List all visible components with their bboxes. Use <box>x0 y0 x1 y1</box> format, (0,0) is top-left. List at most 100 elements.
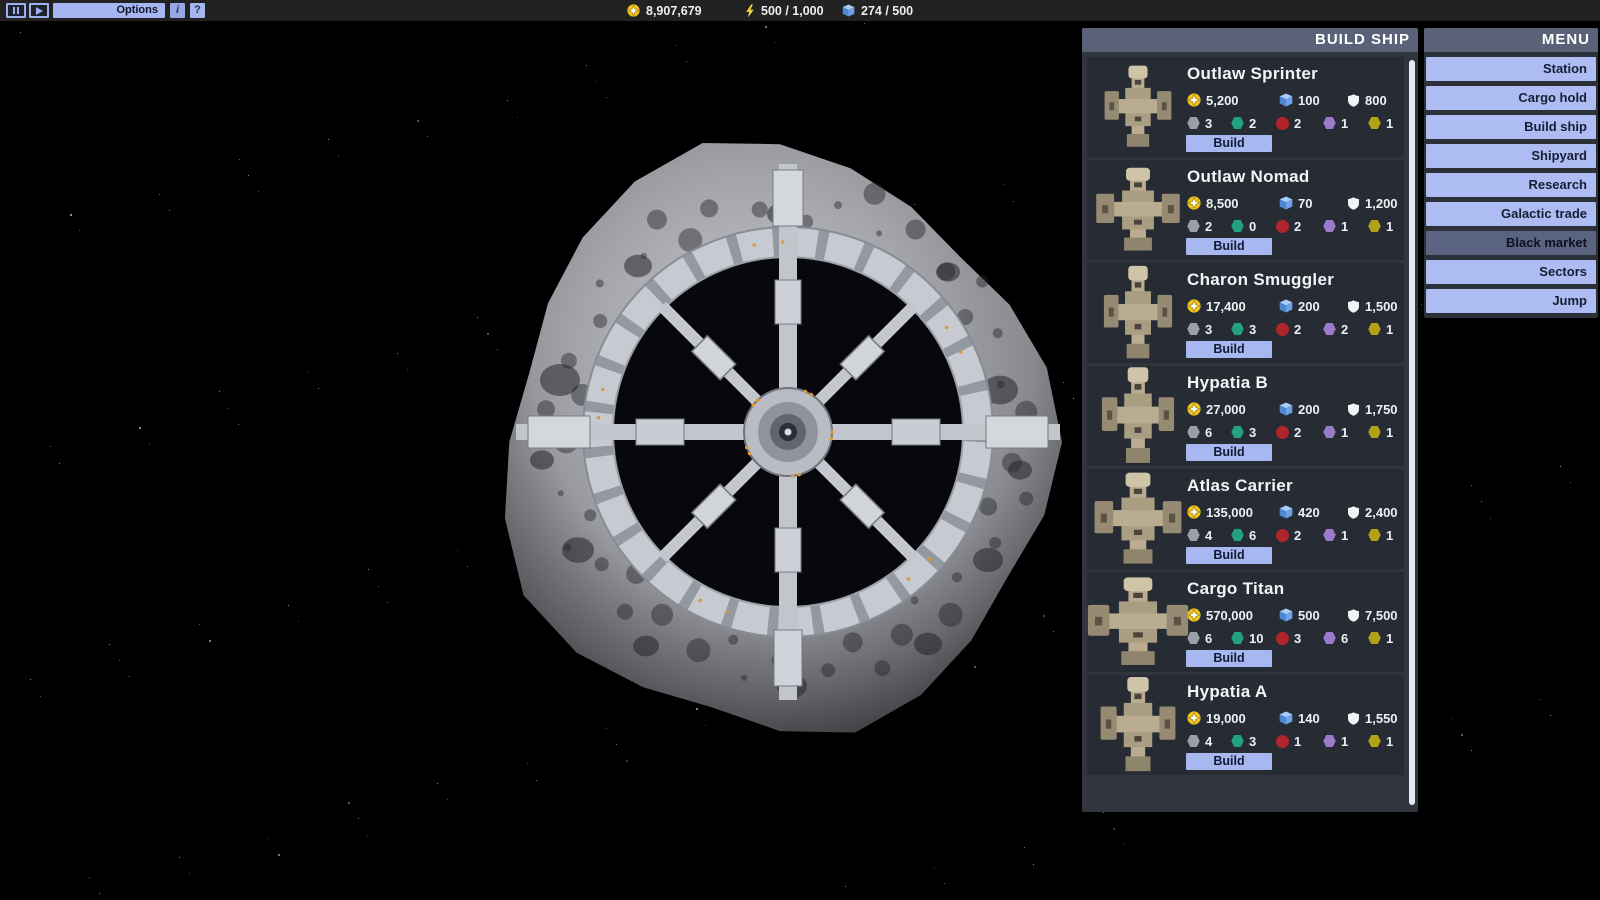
ship-name: Charon Smuggler <box>1187 270 1334 290</box>
menu-item-cargo-hold[interactable]: Cargo hold <box>1426 86 1596 110</box>
resource-purple: 1 <box>1323 218 1348 234</box>
ship-name: Cargo Titan <box>1187 579 1284 599</box>
pause-button[interactable] <box>6 3 26 18</box>
build-button[interactable]: Build <box>1186 547 1272 564</box>
ship-cost-credits: 570,000 <box>1187 607 1253 623</box>
menu-panel-title: MENU <box>1424 28 1598 52</box>
red-dot-icon <box>1276 529 1289 542</box>
cargo-counter: 274 / 500 <box>842 0 913 21</box>
build-button[interactable]: Build <box>1186 341 1272 358</box>
resource-red: 2 <box>1276 527 1301 543</box>
menu-item-sectors[interactable]: Sectors <box>1426 260 1596 284</box>
help-button[interactable]: ? <box>190 3 205 18</box>
yellow-hex-icon <box>1368 220 1381 233</box>
coin-icon <box>1187 196 1201 210</box>
ship-cost-credits: 19,000 <box>1187 710 1246 726</box>
info-button[interactable]: i <box>170 3 185 18</box>
coin-icon <box>1187 608 1201 622</box>
green-hex-icon <box>1231 632 1244 645</box>
menu-item-black-market[interactable]: Black market <box>1426 231 1596 255</box>
red-dot-icon <box>1276 632 1289 645</box>
cargo-value: 274 / 500 <box>861 4 913 18</box>
ship-sprite <box>1099 675 1177 775</box>
ship-cargo-capacity: 200 <box>1279 401 1320 417</box>
build-button[interactable]: Build <box>1186 650 1272 667</box>
ship-name: Hypatia B <box>1187 373 1268 393</box>
cargo-value: 100 <box>1298 93 1320 108</box>
menu-item-station[interactable]: Station <box>1426 57 1596 81</box>
play-button[interactable] <box>29 3 49 18</box>
red-dot-icon <box>1276 117 1289 130</box>
resource-green: 6 <box>1231 527 1256 543</box>
cube-icon <box>842 4 855 17</box>
ship-name: Outlaw Nomad <box>1187 167 1310 187</box>
ship-sprite <box>1102 264 1173 362</box>
purple-hex-icon <box>1323 220 1336 233</box>
energy-value: 500 / 1,000 <box>761 4 824 18</box>
ship-shield: 800 <box>1347 92 1387 108</box>
gray-hex-icon <box>1187 220 1200 233</box>
build-panel-scrollbar[interactable] <box>1409 60 1415 805</box>
asteroid-station-view <box>480 130 1080 750</box>
menu-item-build-ship[interactable]: Build ship <box>1426 115 1596 139</box>
shield-icon <box>1347 94 1360 107</box>
credits-cost-value: 570,000 <box>1206 608 1253 623</box>
cube-icon <box>1279 93 1293 107</box>
yellow-hex-icon <box>1368 323 1381 336</box>
resource-yellow: 1 <box>1368 424 1393 440</box>
shield-value: 1,750 <box>1365 402 1398 417</box>
green-hex-icon <box>1231 220 1244 233</box>
build-button[interactable]: Build <box>1186 753 1272 770</box>
menu-item-jump[interactable]: Jump <box>1426 289 1596 313</box>
pause-icon <box>17 7 19 14</box>
green-hex-icon <box>1231 323 1244 336</box>
options-button[interactable]: Options <box>53 3 165 18</box>
bolt-icon <box>745 4 755 18</box>
cube-icon <box>1279 608 1293 622</box>
resource-purple: 2 <box>1323 321 1348 337</box>
ship-cost-credits: 27,000 <box>1187 401 1246 417</box>
green-hex-icon <box>1231 426 1244 439</box>
menu-item-research[interactable]: Research <box>1426 173 1596 197</box>
gray-hex-icon <box>1187 323 1200 336</box>
cargo-value: 200 <box>1298 402 1320 417</box>
build-button[interactable]: Build <box>1186 135 1272 152</box>
resource-red: 3 <box>1276 630 1301 646</box>
cube-icon <box>1279 505 1293 519</box>
resource-red: 2 <box>1276 321 1301 337</box>
build-button[interactable]: Build <box>1186 238 1272 255</box>
purple-hex-icon <box>1323 632 1336 645</box>
resource-purple: 1 <box>1323 733 1348 749</box>
red-dot-icon <box>1276 426 1289 439</box>
credits-counter: 8,907,679 <box>627 0 702 21</box>
cube-icon <box>1279 299 1293 313</box>
yellow-hex-icon <box>1368 735 1381 748</box>
resource-gray: 2 <box>1187 218 1212 234</box>
red-dot-icon <box>1276 735 1289 748</box>
shield-value: 1,500 <box>1365 299 1398 314</box>
resource-purple: 1 <box>1323 424 1348 440</box>
shield-value: 800 <box>1365 93 1387 108</box>
resource-yellow: 1 <box>1368 115 1393 131</box>
red-dot-icon <box>1276 220 1289 233</box>
build-button[interactable]: Build <box>1186 444 1272 461</box>
resource-yellow: 1 <box>1368 321 1393 337</box>
ship-name: Hypatia A <box>1187 682 1267 702</box>
resource-yellow: 1 <box>1368 630 1393 646</box>
resource-gray: 4 <box>1187 527 1212 543</box>
resource-red: 2 <box>1276 424 1301 440</box>
cargo-value: 140 <box>1298 711 1320 726</box>
resource-green: 3 <box>1231 321 1256 337</box>
ship-shield: 1,750 <box>1347 401 1398 417</box>
ship-shield: 1,500 <box>1347 298 1398 314</box>
ship-card: Hypatia B27,0002001,75063211Build <box>1087 366 1404 466</box>
play-icon <box>36 7 43 15</box>
ship-sprite <box>1103 64 1173 150</box>
shield-icon <box>1347 609 1360 622</box>
menu-item-shipyard[interactable]: Shipyard <box>1426 144 1596 168</box>
ship-shield: 1,200 <box>1347 195 1398 211</box>
menu-item-galactic-trade[interactable]: Galactic trade <box>1426 202 1596 226</box>
ship-sprite <box>1094 166 1182 254</box>
ship-cost-credits: 17,400 <box>1187 298 1246 314</box>
resource-red: 2 <box>1276 218 1301 234</box>
